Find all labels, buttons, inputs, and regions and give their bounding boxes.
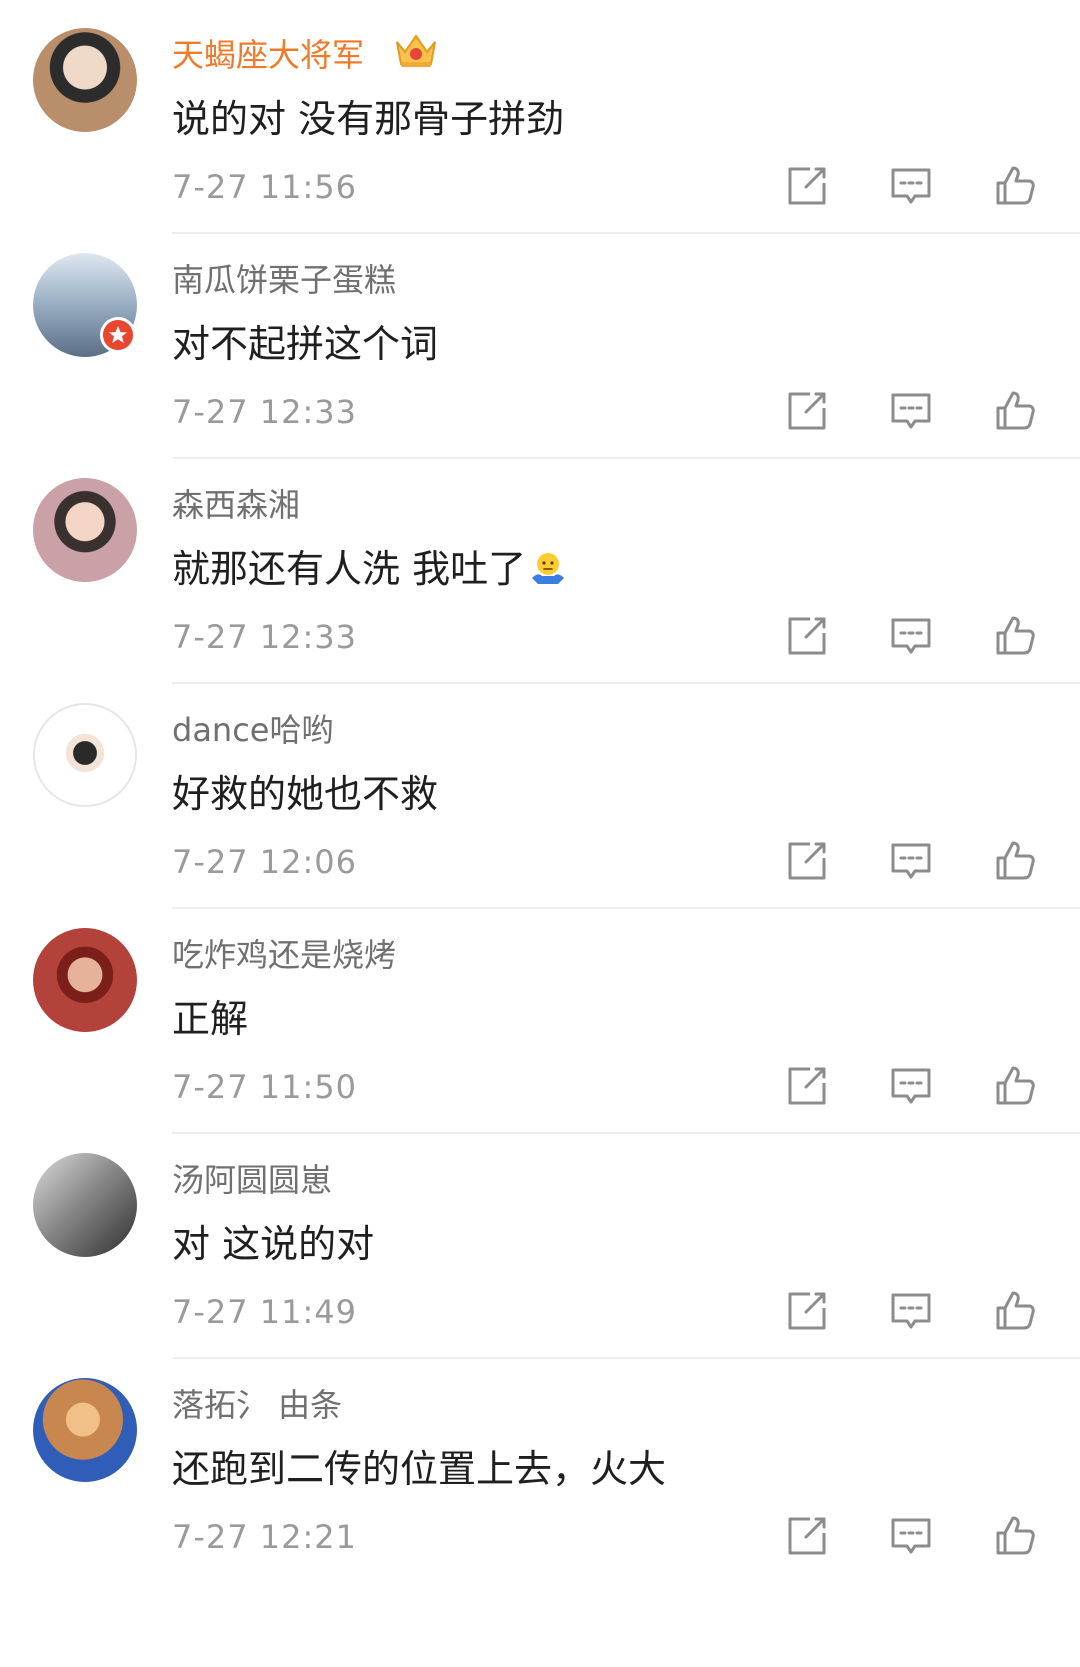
comment-text: 还跑到二传的位置上去，火大 — [172, 1447, 667, 1491]
comment-text: 好救的她也不救 — [172, 772, 439, 816]
comment-text: 正解 — [172, 997, 249, 1041]
like-icon[interactable] — [992, 1063, 1038, 1109]
comment-icon[interactable] — [888, 1513, 934, 1559]
comment-time: 7-27 12:33 — [172, 393, 358, 431]
comment-icon[interactable] — [888, 613, 934, 659]
comment-item: dance哈哟 好救的她也不救 7-27 12:06 — [0, 675, 1080, 915]
repost-icon[interactable] — [784, 1063, 830, 1109]
repost-icon[interactable] — [784, 1513, 830, 1559]
username[interactable]: dance哈哟 — [172, 705, 334, 751]
comment-text: 对不起拼这个词 — [172, 322, 439, 366]
comment-icon[interactable] — [888, 388, 934, 434]
avatar[interactable] — [33, 703, 137, 807]
comment-time: 7-27 12:21 — [172, 1518, 358, 1556]
comment-text: 就那还有人洗 我吐了 — [172, 538, 568, 593]
comment-icon[interactable] — [888, 1063, 934, 1109]
username[interactable]: 落拓氵 由条 — [172, 1380, 342, 1426]
comment-icon[interactable] — [888, 838, 934, 884]
verified-badge-icon — [100, 317, 136, 353]
avatar[interactable] — [33, 28, 137, 132]
comment-item: 南瓜饼栗子蛋糕 对不起拼这个词 7-27 12:33 — [0, 225, 1080, 465]
avatar[interactable] — [33, 478, 137, 582]
repost-icon[interactable] — [784, 163, 830, 209]
shrug-emoji — [532, 553, 565, 584]
like-icon[interactable] — [992, 163, 1038, 209]
repost-icon[interactable] — [784, 388, 830, 434]
comment-text: 说的对 没有那骨子拼劲 — [172, 97, 565, 141]
username[interactable]: 天蝎座大将军 — [172, 30, 364, 76]
vip-crown-icon — [393, 28, 439, 70]
repost-icon[interactable] — [784, 1288, 830, 1334]
avatar[interactable] — [33, 928, 137, 1032]
like-icon[interactable] — [992, 1288, 1038, 1334]
like-icon[interactable] — [992, 613, 1038, 659]
username[interactable]: 汤阿圆圆崽 — [172, 1155, 332, 1201]
like-icon[interactable] — [992, 838, 1038, 884]
username[interactable]: 吃炸鸡还是烧烤 — [172, 930, 396, 976]
comment-text-body: 就那还有人洗 我吐了 — [172, 547, 527, 591]
username[interactable]: 南瓜饼栗子蛋糕 — [172, 255, 396, 301]
comment-item: 吃炸鸡还是烧烤 正解 7-27 11:50 — [0, 900, 1080, 1140]
like-icon[interactable] — [992, 1513, 1038, 1559]
avatar[interactable] — [33, 1153, 137, 1257]
comment-time: 7-27 11:56 — [172, 168, 358, 206]
repost-icon[interactable] — [784, 838, 830, 884]
comment-text: 对 这说的对 — [172, 1222, 375, 1266]
avatar[interactable] — [33, 1378, 137, 1482]
comment-time: 7-27 12:06 — [172, 843, 358, 881]
comment-time: 7-27 12:33 — [172, 618, 358, 656]
comment-time: 7-27 11:49 — [172, 1293, 358, 1331]
comment-time: 7-27 11:50 — [172, 1068, 358, 1106]
comment-item: 森西森湘 就那还有人洗 我吐了 7-27 12:33 — [0, 450, 1080, 690]
username[interactable]: 森西森湘 — [172, 480, 300, 526]
comment-item: 天蝎座大将军 说的对 没有那骨子拼劲 7-27 11:56 — [0, 0, 1080, 240]
repost-icon[interactable] — [784, 613, 830, 659]
comment-item: 汤阿圆圆崽 对 这说的对 7-27 11:49 — [0, 1125, 1080, 1365]
comment-list: 天蝎座大将军 说的对 没有那骨子拼劲 7-27 11:56 南瓜饼栗子蛋糕 对不… — [0, 0, 1080, 1667]
comment-icon[interactable] — [888, 1288, 934, 1334]
comment-item: 落拓氵 由条 还跑到二传的位置上去，火大 7-27 12:21 — [0, 1350, 1080, 1590]
like-icon[interactable] — [992, 388, 1038, 434]
comment-icon[interactable] — [888, 163, 934, 209]
